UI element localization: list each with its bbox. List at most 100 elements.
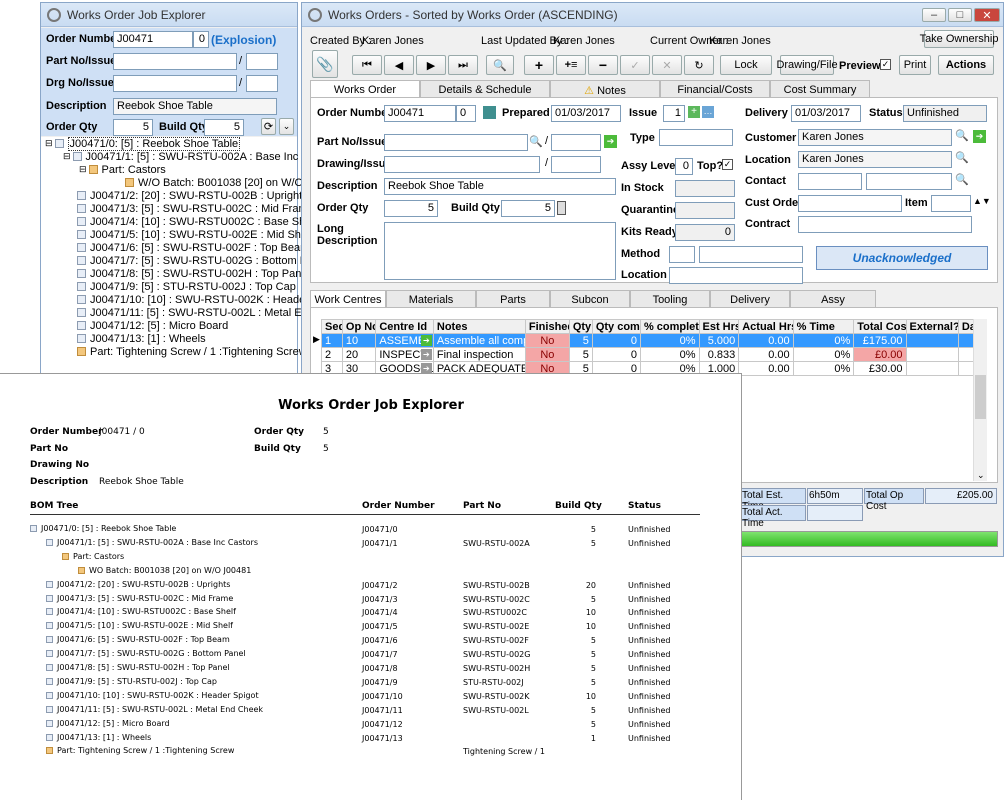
grid-cell[interactable]: 0.00 xyxy=(738,361,794,376)
delete-button[interactable]: − xyxy=(588,55,618,75)
next-record-button[interactable]: ▶ xyxy=(416,55,446,75)
undo-button[interactable]: ↻ xyxy=(684,55,714,75)
grid-cell[interactable]: 0% xyxy=(792,361,855,376)
item-input[interactable] xyxy=(931,195,971,212)
tree-node[interactable]: J00471/13: [1] : Wheels xyxy=(77,332,206,345)
grid-cell[interactable]: 5.000 xyxy=(698,333,740,348)
grid-header-cell[interactable]: % Time xyxy=(792,319,855,334)
grid-header-cell[interactable]: External? xyxy=(905,319,959,334)
part-search-icon[interactable]: 🔍 xyxy=(529,135,543,148)
actions-button[interactable]: Actions xyxy=(938,55,994,75)
grid-cell[interactable]: No xyxy=(524,333,570,348)
grid-cell[interactable]: 5 xyxy=(568,333,593,348)
add-button[interactable]: + xyxy=(524,55,554,75)
grid-cell[interactable]: £0.00 xyxy=(853,347,907,362)
drawing-issue-input[interactable] xyxy=(551,156,601,173)
tree-node[interactable]: J00471/5: [10] : SWU-RSTU-002E : Mid She… xyxy=(77,228,313,241)
grid-cell[interactable]: INSPECT ➔ xyxy=(375,347,434,362)
insert-button[interactable]: +≡ xyxy=(556,55,586,75)
wo-part-issue-input[interactable] xyxy=(551,134,601,151)
minimize-button[interactable]: – xyxy=(922,8,946,22)
method-desc-input[interactable] xyxy=(699,246,803,263)
table-row[interactable]: 110ASSEMBL➔Assemble all componerNo500%5.… xyxy=(321,333,984,348)
grid-cell[interactable]: ASSEMBL ➔ xyxy=(375,333,434,348)
part-no-input[interactable] xyxy=(113,53,237,70)
status-select[interactable]: Unfinished xyxy=(903,105,987,122)
grid-cell[interactable] xyxy=(905,347,959,362)
contract-input[interactable] xyxy=(798,216,972,233)
prev-record-button[interactable]: ◀ xyxy=(384,55,414,75)
calculator-icon[interactable] xyxy=(557,201,566,215)
drawing-input[interactable] xyxy=(384,156,540,173)
grid-cell[interactable]: No xyxy=(524,347,570,362)
wo-part-input[interactable] xyxy=(384,134,528,151)
location-input[interactable]: Karen Jones xyxy=(798,151,952,168)
wo-description-input[interactable]: Reebok Shoe Table xyxy=(384,178,616,195)
go-arrow-icon[interactable]: ➔ xyxy=(420,335,432,346)
contact-input[interactable] xyxy=(798,173,862,190)
grid-header-cell[interactable]: Seq xyxy=(321,319,343,334)
grid-cell[interactable]: £30.00 xyxy=(853,361,907,376)
grid-cell[interactable]: £175.00 xyxy=(853,333,907,348)
last-record-button[interactable]: ⏭ xyxy=(448,55,478,75)
grid-header-cell[interactable]: Actual Hrs xyxy=(738,319,794,334)
order-qty-input[interactable]: 5 xyxy=(113,119,153,136)
preview-checkbox[interactable]: ✓ xyxy=(880,59,891,70)
grid-cell[interactable]: 0% xyxy=(639,333,700,348)
grid-cell[interactable]: 0 xyxy=(591,333,641,348)
method-input[interactable] xyxy=(669,246,695,263)
tree-node[interactable]: ⊟ J00471/0: [5] : Reebok Shoe Table xyxy=(45,136,241,151)
scroll-down-icon[interactable]: ⌄ xyxy=(977,470,985,481)
tree-node[interactable]: J00471/6: [5] : SWU-RSTU-002F : Top Beam xyxy=(77,241,309,254)
print-button[interactable]: Print xyxy=(899,55,931,75)
issue-input[interactable]: 1 xyxy=(663,105,685,122)
more-icon[interactable]: … xyxy=(702,106,714,118)
attach-button[interactable]: 📎 xyxy=(312,50,338,78)
tree-node[interactable]: ⊟ J00471/1: [5] : SWU-RSTU-002A : Base In… xyxy=(63,150,339,163)
grid-cell[interactable]: 1 xyxy=(321,333,343,348)
grid-cell[interactable]: 20 xyxy=(341,347,377,362)
grid-cell[interactable]: 0% xyxy=(639,347,700,362)
grid-cell[interactable]: 0% xyxy=(792,347,855,362)
grid-cell[interactable] xyxy=(905,333,959,348)
tree-node[interactable]: Part: Tightening Screw / 1 :Tightening S… xyxy=(77,345,307,358)
item-spin[interactable]: ▲▼ xyxy=(973,196,991,206)
go-arrow-icon[interactable]: ➔ xyxy=(420,349,432,360)
drawing-file-button[interactable]: Drawing/File xyxy=(776,55,838,75)
order-seq-input[interactable]: 0 xyxy=(193,31,209,48)
wo-order-qty-input[interactable]: 5 xyxy=(384,200,438,217)
build-qty-input[interactable]: 5 xyxy=(204,119,244,136)
tree-view-icon[interactable] xyxy=(483,106,496,119)
grid-cell[interactable]: 0.00 xyxy=(738,347,794,362)
customer-search-icon[interactable]: 🔍 xyxy=(955,129,969,142)
wo-order-number-input[interactable]: J00471 xyxy=(384,105,456,122)
wo-order-seq-input[interactable]: 0 xyxy=(456,105,476,122)
lock-button[interactable]: Lock xyxy=(720,55,772,75)
take-ownership-button[interactable]: Take Ownership xyxy=(920,30,998,48)
drg-issue-input[interactable] xyxy=(246,75,278,92)
type-select[interactable] xyxy=(659,129,733,146)
confirm-button[interactable]: ✓ xyxy=(620,55,650,75)
order-number-input[interactable]: J00471 xyxy=(113,31,193,48)
part-issue-input[interactable] xyxy=(246,53,278,70)
grid-cell[interactable]: 2 xyxy=(321,347,343,362)
grid-cell[interactable]: 10 xyxy=(341,333,377,348)
long-desc-textarea[interactable] xyxy=(384,222,616,280)
grid-header-cell[interactable]: Finished xyxy=(524,319,570,334)
tree-node[interactable]: J00471/9: [5] : STU-RSTU-002J : Top Cap xyxy=(77,280,296,293)
cancel-button[interactable]: ✕ xyxy=(652,55,682,75)
grid-header-cell[interactable]: Qty xyxy=(568,319,593,334)
grid-cell[interactable] xyxy=(905,361,959,376)
customer-input[interactable]: Karen Jones xyxy=(798,129,952,146)
description-input[interactable]: Reebok Shoe Table xyxy=(113,98,277,115)
wo-build-qty-input[interactable]: 5 xyxy=(501,200,555,217)
tree-node[interactable]: J00471/2: [20] : SWU-RSTU-002B : Upright… xyxy=(77,189,308,202)
grid-scrollbar[interactable] xyxy=(973,319,987,481)
search-button[interactable]: 🔍 xyxy=(486,55,514,75)
grid-header-cell[interactable]: Total Cost xyxy=(853,319,907,334)
customer-go-icon[interactable]: ➔ xyxy=(973,130,986,143)
grid-cell[interactable]: Final inspection xyxy=(432,347,526,362)
prepared-input[interactable]: 01/03/2017 xyxy=(551,105,621,122)
grid-header-cell[interactable]: Qty comp xyxy=(591,319,641,334)
grid-cell[interactable]: 0 xyxy=(591,347,641,362)
